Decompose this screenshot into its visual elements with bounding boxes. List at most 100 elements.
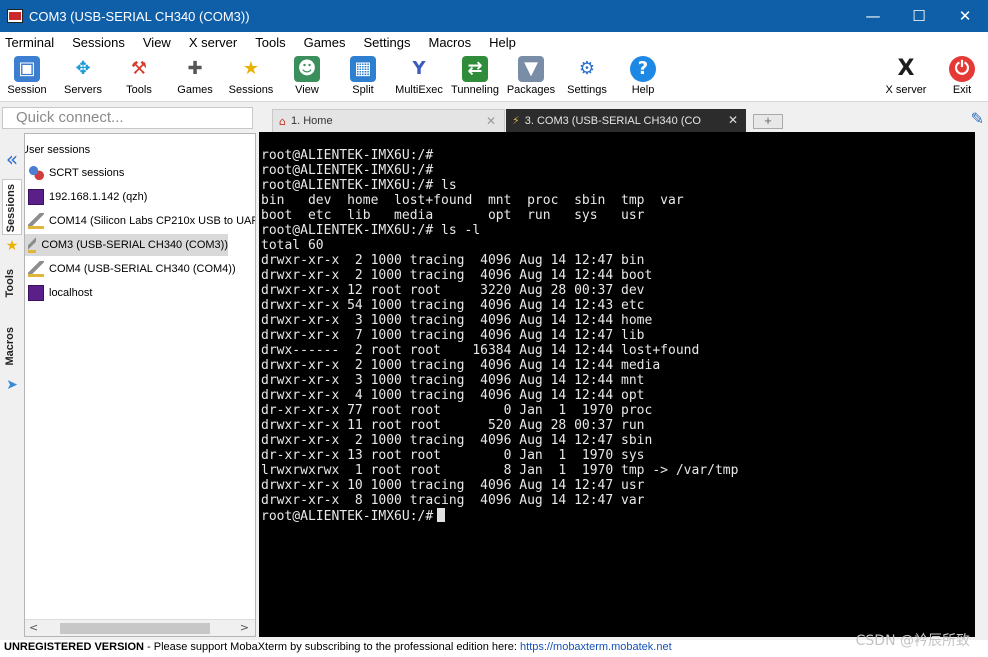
- paperclip-icon[interactable]: ✎: [971, 109, 984, 128]
- terminal-line: drwxr-xr-x 12 root root 3220 Aug 28 00:3…: [261, 283, 645, 298]
- subscription-link[interactable]: https://mobaxterm.mobatek.net: [520, 641, 672, 653]
- package-icon: ▼: [518, 56, 544, 82]
- menu-view[interactable]: View: [138, 35, 171, 50]
- session-button[interactable]: ▣ Session: [0, 54, 57, 100]
- tools-icon: ⚒: [126, 56, 152, 82]
- menu-x-server[interactable]: X server: [184, 35, 237, 50]
- sessions-panel: User sessions SCRT sessions 192.168.1.14…: [24, 133, 256, 637]
- scroll-right-icon[interactable]: >: [240, 621, 249, 634]
- terminal-line: total 60: [261, 238, 324, 253]
- terminal-line: drwxr-xr-x 3 1000 tracing 4096 Aug 14 12…: [261, 373, 645, 388]
- quick-connect-input[interactable]: Quick connect...: [2, 107, 253, 129]
- sessions-horizontal-scrollbar[interactable]: < >: [25, 619, 255, 636]
- watermark: CSDN @衿辰所致: [855, 633, 970, 649]
- status-message: - Please support MobaXterm by subscribin…: [143, 641, 521, 653]
- terminal-line: drwxr-xr-x 2 1000 tracing 4096 Aug 14 12…: [261, 253, 645, 268]
- maximize-button[interactable]: ☐: [896, 0, 942, 32]
- terminal-line: bin dev home lost+found mnt proc sbin tm…: [261, 193, 684, 208]
- side-tab-strip: « Sessions ★ Tools Macros ➤: [0, 133, 24, 637]
- menu-bar: Terminal Sessions View X server Tools Ga…: [0, 32, 988, 52]
- side-tab-sessions[interactable]: Sessions: [2, 179, 22, 235]
- multiexec-button[interactable]: Y MultiExec: [389, 54, 449, 100]
- unregistered-label: UNREGISTERED VERSION: [4, 641, 144, 653]
- games-button[interactable]: ✚ Games: [165, 54, 225, 100]
- serial-session-icon: [28, 213, 44, 229]
- split-icon: ▦: [350, 56, 376, 82]
- terminal-view[interactable]: root@ALIENTEK-IMX6U:/# root@ALIENTEK-IMX6…: [259, 132, 975, 637]
- ssh-session-icon: [28, 285, 44, 301]
- terminal-prompt: root@ALIENTEK-IMX6U:/#: [261, 509, 434, 524]
- gear-icon: ⚙: [574, 56, 600, 82]
- close-button[interactable]: ✕: [942, 0, 988, 32]
- session-item[interactable]: COM14 (Silicon Labs CP210x USB to UART: [25, 210, 255, 232]
- terminal-line: drwxr-xr-x 11 root root 520 Aug 28 00:37…: [261, 418, 645, 433]
- menu-tools[interactable]: Tools: [250, 35, 285, 50]
- tab-com3[interactable]: ⚡ 3. COM3 (USB-SERIAL CH340 (CO ✕: [506, 109, 746, 132]
- terminal-line: root@ALIENTEK-IMX6U:/#: [261, 163, 434, 178]
- tab-com3-label: 3. COM3 (USB-SERIAL CH340 (CO: [524, 114, 701, 127]
- packages-button[interactable]: ▼ Packages: [501, 54, 561, 100]
- tab-home[interactable]: ⌂ 1. Home ✕: [272, 109, 505, 132]
- terminal-line: drwxr-xr-x 2 1000 tracing 4096 Aug 14 12…: [261, 268, 653, 283]
- view-button[interactable]: ☻ View: [277, 54, 337, 100]
- split-button[interactable]: ▦ Split: [333, 54, 393, 100]
- terminal-line: drwxr-xr-x 54 1000 tracing 4096 Aug 14 1…: [261, 298, 645, 313]
- session-item[interactable]: localhost: [25, 282, 92, 304]
- menu-games[interactable]: Games: [299, 35, 346, 50]
- terminal-cursor: [437, 508, 446, 522]
- session-item[interactable]: SCRT sessions: [25, 162, 124, 184]
- settings-button[interactable]: ⚙ Settings: [557, 54, 617, 100]
- star-icon: ★: [238, 56, 264, 82]
- x-server-icon: X: [893, 56, 919, 82]
- terminal-line: drwxr-xr-x 4 1000 tracing 4096 Aug 14 12…: [261, 388, 645, 403]
- monitor-icon: ▣: [14, 56, 40, 82]
- menu-terminal[interactable]: Terminal: [0, 35, 54, 50]
- servers-button[interactable]: ✥ Servers: [53, 54, 113, 100]
- new-tab-button[interactable]: +: [753, 114, 783, 129]
- menu-help[interactable]: Help: [484, 35, 516, 50]
- title-bar: COM3 (USB-SERIAL CH340 (COM3)) — ☐ ✕: [0, 0, 988, 32]
- menu-macros[interactable]: Macros: [423, 35, 471, 50]
- help-icon: ?: [630, 56, 656, 82]
- sessions-button[interactable]: ★ Sessions: [221, 54, 281, 100]
- sessions-root[interactable]: User sessions: [25, 139, 90, 161]
- view-icon: ☻: [294, 56, 320, 82]
- terminal-line: root@ALIENTEK-IMX6U:/# ls -l: [261, 223, 481, 238]
- scrt-sessions-icon: [28, 165, 44, 181]
- collapse-sidebar-icon[interactable]: «: [2, 147, 22, 171]
- window-controls: — ☐ ✕: [850, 0, 988, 32]
- terminal-line: drwxr-xr-x 10 1000 tracing 4096 Aug 14 1…: [261, 478, 645, 493]
- tab-home-label: 1. Home: [290, 115, 333, 127]
- menu-sessions[interactable]: Sessions: [67, 35, 125, 50]
- help-button[interactable]: ? Help: [613, 54, 673, 100]
- tunneling-button[interactable]: ⇄ Tunneling: [445, 54, 505, 100]
- side-tab-macros[interactable]: Macros: [2, 321, 22, 379]
- terminal-line: drwxr-xr-x 8 1000 tracing 4096 Aug 14 12…: [261, 493, 645, 508]
- multiexec-icon: Y: [406, 56, 432, 82]
- tab-bar: ⌂ 1. Home ✕ ⚡ 3. COM3 (USB-SERIAL CH340 …: [256, 104, 988, 132]
- tools-button[interactable]: ⚒ Tools: [109, 54, 169, 100]
- terminal-line: root@ALIENTEK-IMX6U:/# ls: [261, 178, 457, 193]
- serial-session-icon: [28, 261, 44, 277]
- session-item[interactable]: COM4 (USB-SERIAL CH340 (COM4)): [25, 258, 236, 280]
- tab-com3-close-icon[interactable]: ✕: [728, 113, 738, 127]
- session-item[interactable]: 192.168.1.142 (qzh): [25, 186, 147, 208]
- serial-cable-icon: ⚡: [512, 114, 520, 127]
- ssh-session-icon: [28, 189, 44, 205]
- terminal-prompt-line: root@ALIENTEK-IMX6U:/#: [261, 508, 738, 524]
- exit-button[interactable]: ⏻ Exit: [932, 54, 988, 100]
- menu-settings[interactable]: Settings: [359, 35, 411, 50]
- minimize-button[interactable]: —: [850, 0, 896, 32]
- terminal-line: dr-xr-xr-x 13 root root 0 Jan 1 1970 sys: [261, 448, 645, 463]
- x-server-button[interactable]: X X server: [876, 54, 936, 100]
- tunnel-icon: ⇄: [462, 56, 488, 82]
- session-item-selected[interactable]: COM3 (USB-SERIAL CH340 (COM3)): [25, 234, 228, 256]
- terminal-line: drwxr-xr-x 2 1000 tracing 4096 Aug 14 12…: [261, 358, 661, 373]
- scroll-left-icon[interactable]: <: [29, 621, 38, 634]
- terminal-vertical-scrollbar[interactable]: [975, 132, 988, 637]
- side-tab-tools[interactable]: Tools: [2, 265, 22, 315]
- window-title: COM3 (USB-SERIAL CH340 (COM3)): [29, 8, 250, 24]
- scrollbar-thumb[interactable]: [60, 623, 210, 634]
- tab-home-close-icon[interactable]: ✕: [486, 114, 496, 128]
- paper-plane-icon: ➤: [6, 377, 18, 393]
